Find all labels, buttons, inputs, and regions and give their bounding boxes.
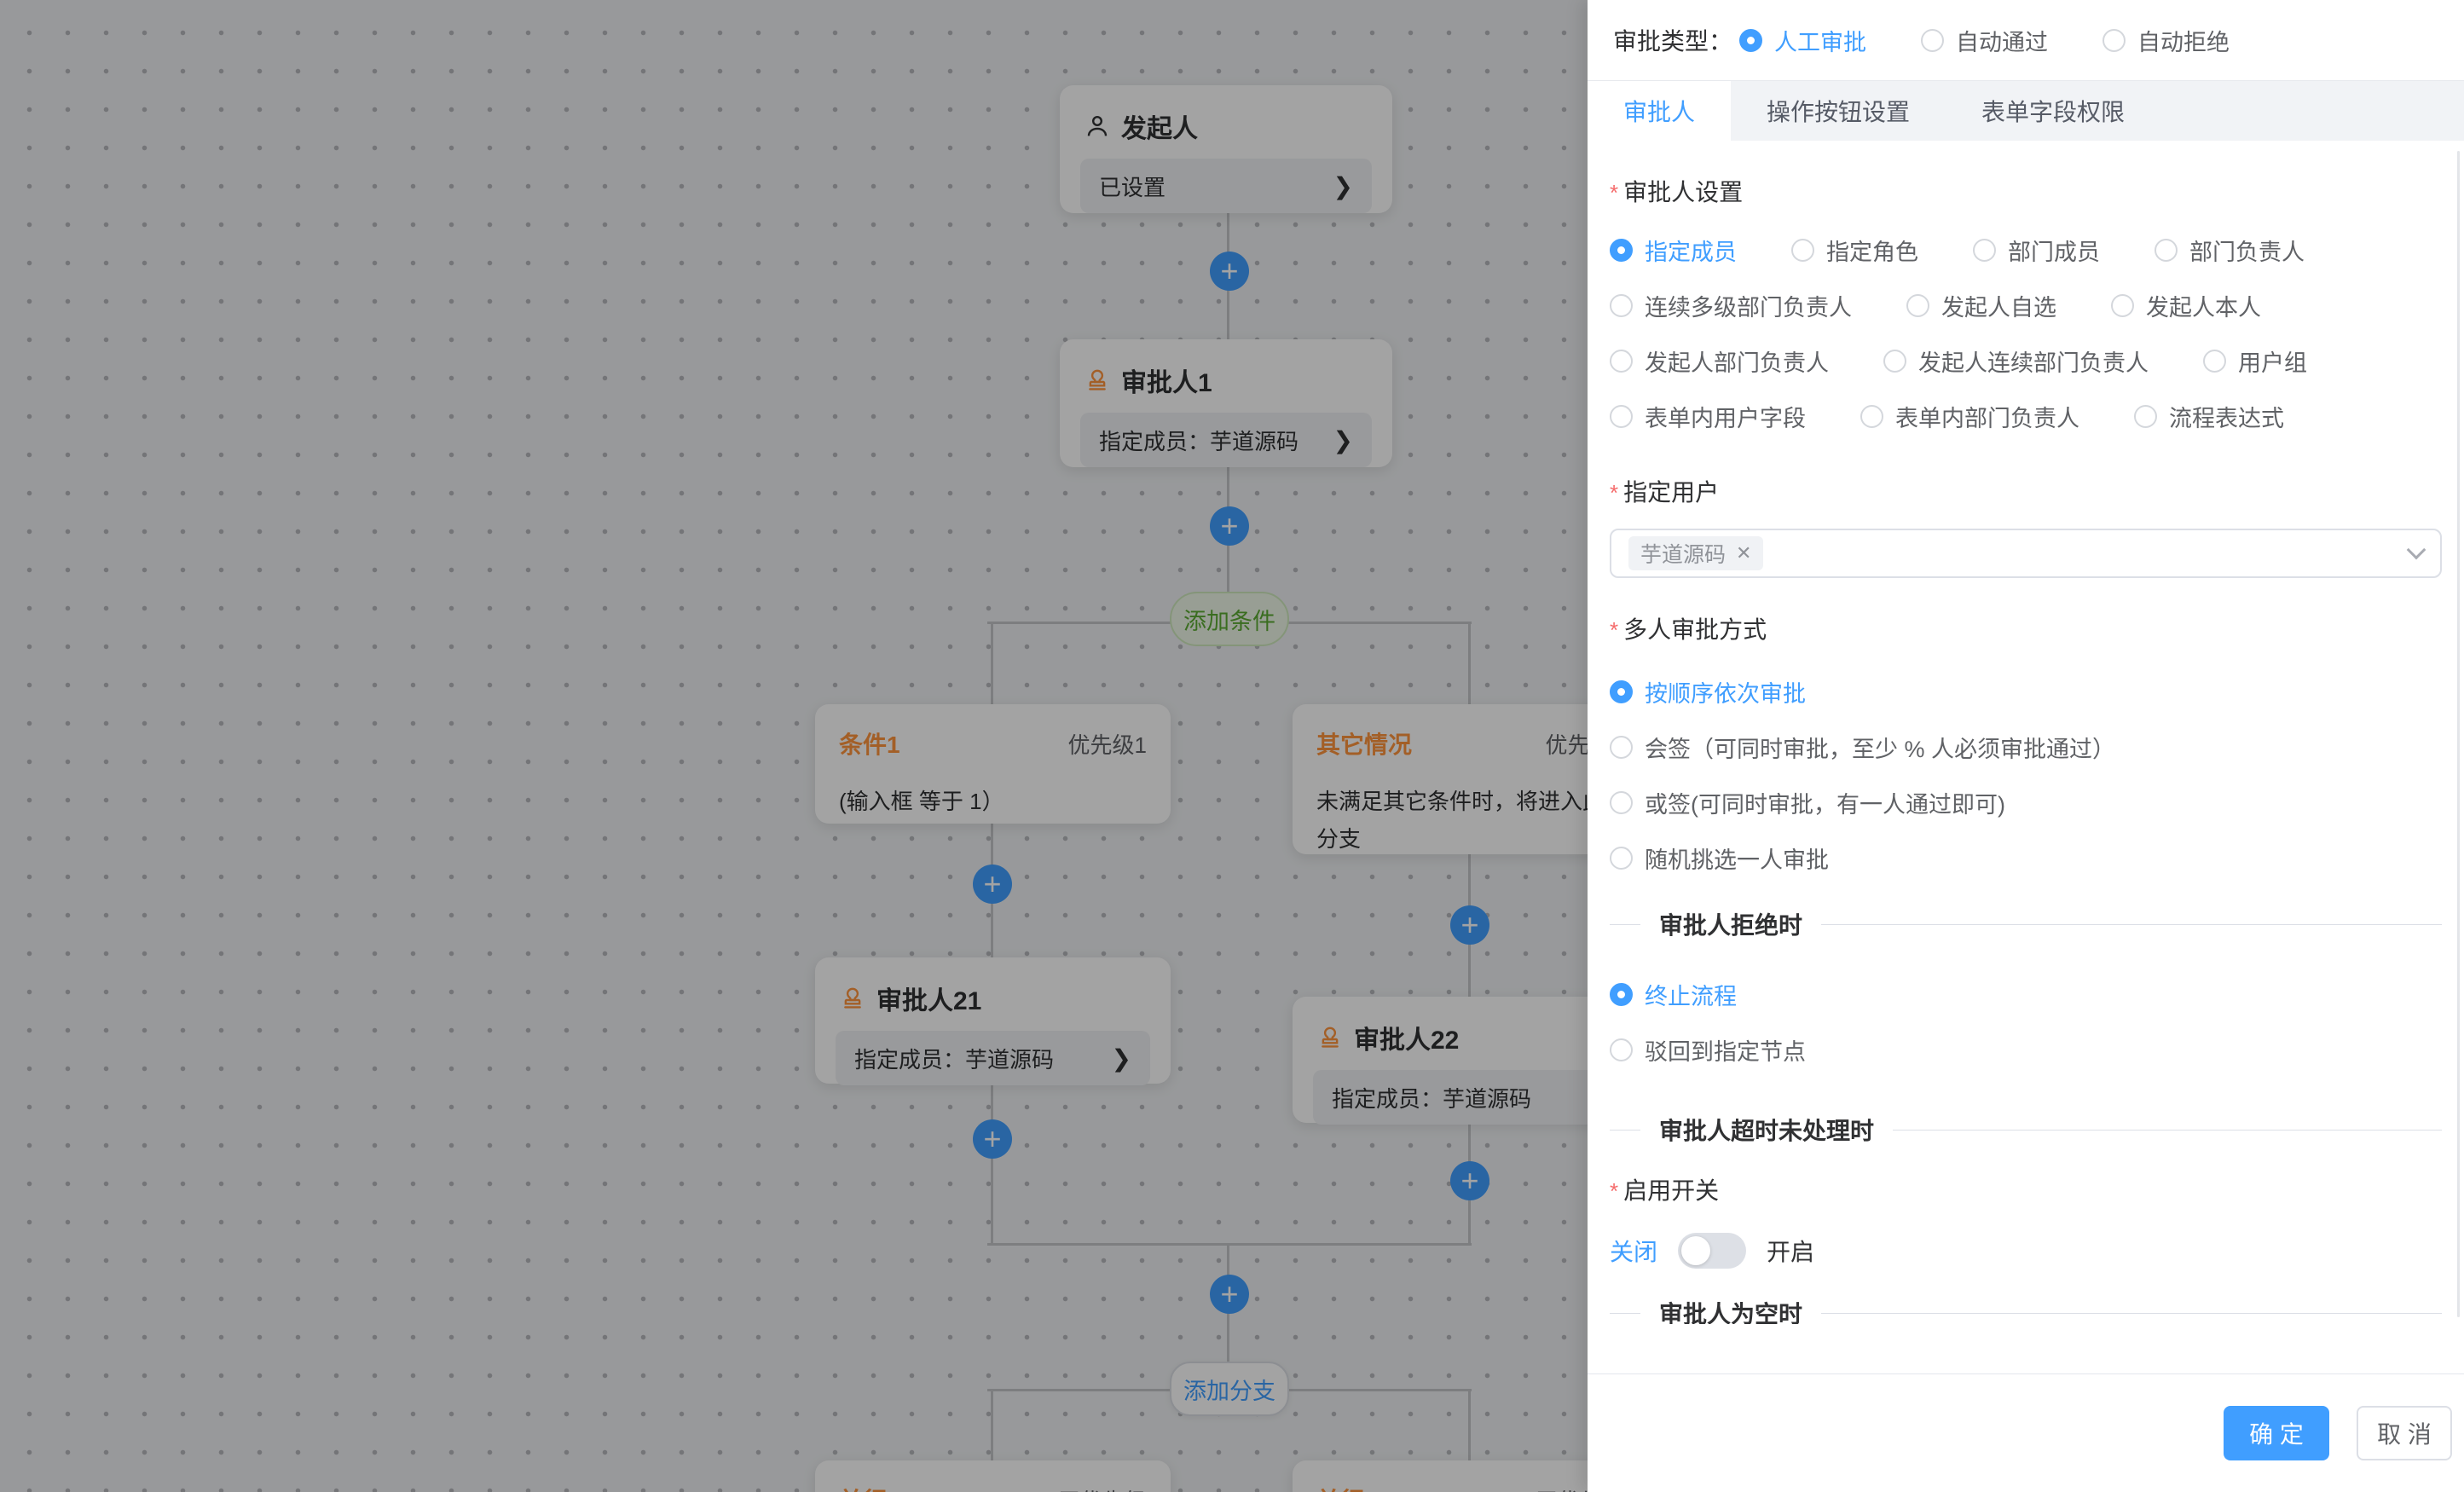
tag-close-icon[interactable]: ✕	[1736, 542, 1751, 564]
radio-icon	[1739, 29, 1762, 52]
multi-mode-option: 随机挑选一人审批	[1610, 841, 2442, 870]
radio-countersign[interactable]: 会签（可同时审批，至少 % 人必须审批通过）	[1610, 731, 2115, 764]
radio-return-to-node[interactable]: 驳回到指定节点	[1610, 1033, 1806, 1067]
radio-form-dept-leader[interactable]: 表单内部门负责人	[1860, 400, 2079, 433]
radio-icon	[1610, 847, 1633, 870]
switch-on-label: 开启	[1767, 1234, 1814, 1268]
timeout-section-title: 审批人超时未处理时	[1659, 1113, 1874, 1147]
radio-initiator-self[interactable]: 发起人本人	[2111, 289, 2261, 322]
radio-icon	[1610, 983, 1633, 1006]
radio-icon	[2134, 405, 2157, 428]
radio-icon	[1973, 239, 1996, 262]
radio-auto-pass[interactable]: 自动通过	[1921, 24, 2048, 57]
radio-specified-member[interactable]: 指定成员	[1610, 234, 1737, 267]
radio-auto-reject[interactable]: 自动拒绝	[2102, 24, 2230, 57]
multi-mode-option: 按顺序依次审批	[1610, 675, 2442, 704]
radio-user-group[interactable]: 用户组	[2203, 344, 2307, 378]
switch-off-label: 关闭	[1610, 1234, 1657, 1268]
radio-icon	[1921, 29, 1944, 52]
radio-form-user-field[interactable]: 表单内用户字段	[1610, 400, 1806, 433]
radio-icon	[1610, 239, 1633, 262]
timeout-toggle[interactable]	[1678, 1233, 1746, 1269]
radio-icon	[1906, 294, 1929, 317]
reject-option: 驳回到指定节点	[1610, 1033, 2442, 1062]
radio-specified-role[interactable]: 指定角色	[1791, 234, 1918, 267]
settings-scroll-area[interactable]: *审批人设置 指定成员 指定角色 部门成员 部门负责人 连续多级部门负责人 发起…	[1588, 141, 2464, 1324]
confirm-button[interactable]: 确 定	[2224, 1406, 2329, 1460]
tab-button-settings[interactable]: 操作按钮设置	[1731, 81, 1946, 141]
radio-icon	[1610, 350, 1633, 373]
radio-initiator-choose[interactable]: 发起人自选	[1906, 289, 2056, 322]
required-mark: *	[1610, 180, 1618, 205]
reject-section-divider: 审批人拒绝时	[1610, 910, 2442, 939]
multi-mode-option: 或签(可同时审批，有一人通过即可)	[1610, 786, 2442, 815]
approver-setup-label: *审批人设置	[1610, 178, 2442, 207]
radio-random-one[interactable]: 随机挑选一人审批	[1610, 841, 1829, 875]
radio-icon	[2155, 239, 2178, 262]
settings-tabs: 审批人 操作按钮设置 表单字段权限	[1588, 80, 2464, 141]
radio-dept-member[interactable]: 部门成员	[1973, 234, 2100, 267]
radio-icon	[1883, 350, 1906, 373]
approval-type-row: 审批类型： 人工审批 自动通过 自动拒绝	[1588, 0, 2464, 80]
assign-user-select[interactable]: 芋道源码 ✕	[1610, 529, 2442, 578]
radio-manual-approve[interactable]: 人工审批	[1739, 24, 1866, 57]
user-tag: 芋道源码 ✕	[1628, 536, 1763, 570]
required-mark: *	[1610, 480, 1618, 506]
approver-setup-row2: 连续多级部门负责人 发起人自选 发起人本人	[1610, 291, 2442, 320]
scrollbar[interactable]	[2457, 151, 2460, 1317]
empty-section-divider: 审批人为空时	[1610, 1298, 2442, 1324]
assign-user-label: *指定用户	[1610, 478, 2442, 507]
multi-mode-option: 会签（可同时审批，至少 % 人必须审批通过）	[1610, 731, 2442, 760]
approver-setup-row1: 指定成员 指定角色 部门成员 部门负责人	[1610, 235, 2442, 264]
radio-icon	[1860, 405, 1883, 428]
approver-settings-panel: 审批类型： 人工审批 自动通过 自动拒绝 审批人 操作按钮设置 表单字段权限 *…	[1588, 0, 2464, 1492]
reject-option: 终止流程	[1610, 978, 2442, 1007]
empty-section-title: 审批人为空时	[1659, 1296, 1802, 1324]
required-mark: *	[1610, 617, 1618, 643]
radio-icon	[1610, 294, 1633, 317]
panel-footer: 确 定 取 消	[1588, 1373, 2464, 1492]
cancel-button[interactable]: 取 消	[2357, 1406, 2452, 1460]
radio-icon	[1610, 1038, 1633, 1061]
required-mark: *	[1610, 1178, 1618, 1204]
approver-setup-row4: 表单内用户字段 表单内部门负责人 流程表达式	[1610, 402, 2442, 431]
radio-multi-level-dept-leader[interactable]: 连续多级部门负责人	[1610, 289, 1852, 322]
enable-switch-label: *启用开关	[1610, 1177, 2442, 1206]
radio-icon	[2102, 29, 2126, 52]
approval-type-label: 审批类型：	[1613, 23, 1732, 57]
radio-initiator-dept-leader[interactable]: 发起人部门负责人	[1610, 344, 1829, 378]
user-tag-label: 芋道源码	[1640, 538, 1726, 569]
timeout-switch-row: 关闭 开启	[1610, 1231, 2442, 1270]
radio-icon	[2203, 350, 2226, 373]
timeout-section-divider: 审批人超时未处理时	[1610, 1115, 2442, 1144]
radio-terminate-process[interactable]: 终止流程	[1610, 978, 1737, 1011]
chevron-down-icon	[2407, 541, 2426, 560]
tab-approver[interactable]: 审批人	[1588, 81, 1731, 141]
radio-process-expression[interactable]: 流程表达式	[2134, 400, 2284, 433]
reject-section-title: 审批人拒绝时	[1659, 907, 1802, 941]
multi-mode-label: *多人审批方式	[1610, 616, 2442, 645]
radio-icon	[1610, 405, 1633, 428]
approver-setup-row3: 发起人部门负责人 发起人连续部门负责人 用户组	[1610, 346, 2442, 375]
tab-form-permissions[interactable]: 表单字段权限	[1946, 81, 2160, 141]
radio-sequential-approval[interactable]: 按顺序依次审批	[1610, 675, 1806, 708]
radio-icon	[1791, 239, 1814, 262]
radio-or-sign[interactable]: 或签(可同时审批，有一人通过即可)	[1610, 786, 2005, 819]
radio-dept-leader[interactable]: 部门负责人	[2155, 234, 2305, 267]
radio-icon	[1610, 791, 1633, 814]
radio-icon	[2111, 294, 2134, 317]
radio-initiator-multi-dept-leader[interactable]: 发起人连续部门负责人	[1883, 344, 2149, 378]
radio-icon	[1610, 680, 1633, 703]
radio-icon	[1610, 736, 1633, 759]
